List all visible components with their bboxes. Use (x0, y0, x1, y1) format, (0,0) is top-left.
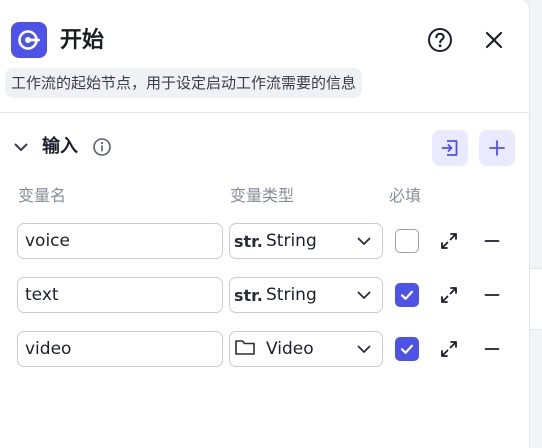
remove-variable-button[interactable] (481, 338, 503, 360)
canvas-backdrop (530, 0, 542, 448)
expand-button[interactable] (438, 338, 460, 360)
chevron-down-icon (357, 291, 371, 299)
variable-type-label: String (266, 285, 317, 305)
add-variable-button[interactable] (479, 130, 515, 166)
string-type-icon: str. (234, 231, 263, 251)
start-node-icon (11, 22, 47, 58)
expand-icon (441, 287, 457, 303)
expand-icon (441, 341, 457, 357)
expand-icon (441, 233, 457, 249)
minus-icon (484, 294, 500, 296)
info-icon[interactable] (92, 137, 112, 157)
minus-icon (484, 240, 500, 242)
import-variables-button[interactable] (432, 130, 468, 166)
close-button[interactable] (480, 26, 508, 54)
help-button[interactable] (426, 26, 454, 54)
plus-icon (489, 140, 505, 156)
section-title-inputs: 输入 (42, 136, 78, 157)
node-settings-panel: 开始 工作流的起始节点，用于设定启动工作流需要的信息 输入 变量名 变量类型 必… (0, 0, 530, 448)
play-node-icon (18, 30, 40, 50)
column-header-type: 变量类型 (230, 186, 295, 205)
variable-name-input[interactable] (17, 331, 223, 367)
variable-type-label: String (266, 231, 317, 251)
page-title: 开始 (60, 28, 105, 53)
variable-row: str. String (0, 223, 530, 261)
section-collapse-toggle[interactable] (12, 138, 30, 156)
variable-name-input[interactable] (17, 277, 223, 313)
column-header-required: 必填 (389, 186, 422, 205)
chevron-down-icon (357, 345, 371, 353)
import-icon (441, 140, 458, 156)
variable-row: Video (0, 331, 530, 369)
chevron-down-icon (14, 143, 28, 151)
chevron-down-icon (357, 237, 371, 245)
minus-icon (484, 348, 500, 350)
variable-row: str. String (0, 277, 530, 315)
required-checkbox[interactable] (395, 283, 419, 307)
panel-header: 开始 工作流的起始节点，用于设定启动工作流需要的信息 (0, 0, 530, 113)
required-checkbox[interactable] (395, 229, 419, 253)
expand-button[interactable] (438, 284, 460, 306)
string-type-icon: str. (234, 285, 263, 305)
variable-name-input[interactable] (17, 223, 223, 259)
folder-icon (234, 337, 260, 361)
canvas-node-edge (530, 268, 542, 330)
check-icon (400, 344, 414, 354)
expand-button[interactable] (438, 230, 460, 252)
node-description: 工作流的起始节点，用于设定启动工作流需要的信息 (5, 68, 363, 98)
check-icon (400, 290, 414, 300)
column-header-name: 变量名 (18, 186, 67, 205)
remove-variable-button[interactable] (481, 230, 503, 252)
close-icon (485, 31, 503, 49)
variable-type-select[interactable]: Video (229, 331, 383, 367)
variable-type-select[interactable]: str. String (229, 223, 383, 259)
variable-type-select[interactable]: str. String (229, 277, 383, 313)
help-icon (428, 28, 452, 52)
remove-variable-button[interactable] (481, 284, 503, 306)
info-circle-icon (93, 138, 111, 156)
folder-icon (235, 340, 255, 355)
required-checkbox[interactable] (395, 337, 419, 361)
variable-type-label: Video (266, 339, 314, 359)
